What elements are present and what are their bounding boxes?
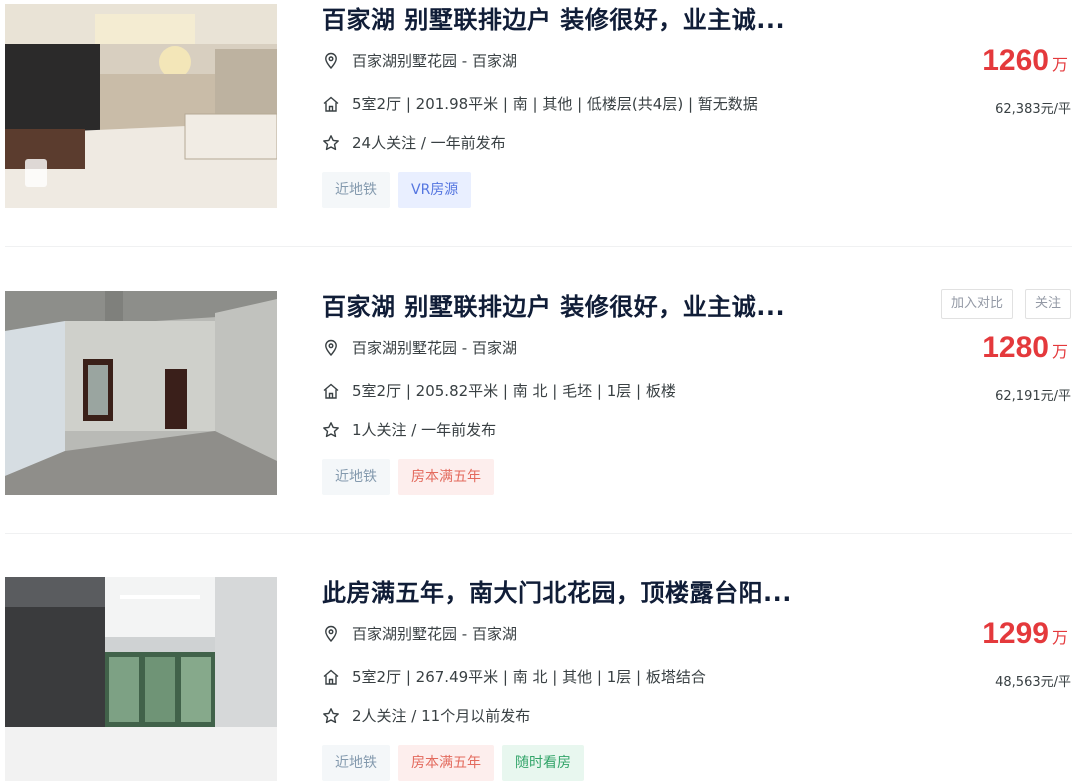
total-price: 1299 万	[982, 617, 1068, 651]
listing-follow-info: 1人关注 / 一年前发布	[352, 421, 497, 439]
listing-actions: 加入对比 关注	[940, 289, 1071, 319]
listing-follow-row: 2人关注 / 11个月以前发布	[322, 705, 530, 726]
listing-tags: 近地铁 房本满五年	[322, 459, 494, 495]
listing-card: 此房满五年，南大门北花园，顶楼露台阳... 百家湖别墅花园 - 百家湖 5室2厅…	[0, 573, 1080, 783]
favorite-button[interactable]: 关注	[1024, 289, 1071, 319]
listing-card: 百家湖 别墅联排边户 装修很好，业主诚... 百家湖别墅花园 - 百家湖 5室2…	[0, 0, 1080, 247]
listing-address[interactable]: 百家湖别墅花园 - 百家湖	[352, 337, 517, 358]
listing-tags: 近地铁 VR房源	[322, 172, 472, 208]
listing-title[interactable]: 此房满五年，南大门北花园，顶楼露台阳...	[322, 573, 792, 608]
listing-follow-info: 24人关注 / 一年前发布	[352, 134, 506, 152]
location-pin-icon	[325, 625, 337, 642]
listing-list: 百家湖 别墅联排边户 装修很好，业主诚... 百家湖别墅花园 - 百家湖 5室2…	[0, 0, 1080, 783]
house-icon	[323, 669, 339, 685]
listing-tags: 近地铁 房本满五年 随时看房	[322, 745, 584, 781]
listing-info: 5室2厅 | 267.49平米 | 南 北 | 其他 | 1层 | 板塔结合	[352, 668, 706, 686]
tag-vr: VR房源	[398, 172, 472, 208]
star-icon	[323, 707, 339, 723]
listing-follow-row: 24人关注 / 一年前发布	[322, 132, 506, 153]
unit-price: 62,383元/平	[995, 102, 1071, 117]
listing-photo[interactable]	[5, 577, 277, 781]
tag-near-subway: 近地铁	[322, 459, 390, 495]
listing-info-row: 5室2厅 | 267.49平米 | 南 北 | 其他 | 1层 | 板塔结合	[322, 666, 706, 687]
listing-follow-row: 1人关注 / 一年前发布	[322, 419, 496, 440]
listing-info: 5室2厅 | 201.98平米 | 南 | 其他 | 低楼层(共4层) | 暂无…	[352, 95, 758, 113]
listing-address[interactable]: 百家湖别墅花园 - 百家湖	[352, 623, 517, 644]
tag-viewing-anytime: 随时看房	[502, 745, 584, 781]
listing-address-row: 百家湖别墅花园 - 百家湖	[322, 50, 517, 71]
tag-five-years: 房本满五年	[398, 745, 494, 781]
listing-card: 百家湖 别墅联排边户 装修很好，业主诚... 加入对比 关注 百家湖别墅花园 -…	[0, 287, 1080, 534]
living-room-photo	[5, 4, 277, 208]
listing-follow-info: 2人关注 / 11个月以前发布	[352, 707, 531, 725]
total-price: 1280 万	[982, 331, 1068, 365]
house-icon	[323, 96, 339, 112]
tag-five-years: 房本满五年	[398, 459, 494, 495]
listing-title[interactable]: 百家湖 别墅联排边户 装修很好，业主诚...	[322, 0, 785, 35]
location-pin-icon	[325, 52, 337, 69]
total-price-unit: 万	[1051, 342, 1068, 361]
listing-divider	[5, 533, 1072, 534]
add-to-compare-button[interactable]: 加入对比	[940, 289, 1013, 319]
total-price: 1260 万	[982, 44, 1068, 78]
star-icon	[323, 134, 339, 150]
listing-info-row: 5室2厅 | 201.98平米 | 南 | 其他 | 低楼层(共4层) | 暂无…	[322, 93, 758, 114]
listing-info-row: 5室2厅 | 205.82平米 | 南 北 | 毛坯 | 1层 | 板楼	[322, 380, 676, 401]
listing-address-row: 百家湖别墅花园 - 百家湖	[322, 623, 517, 644]
unit-price: 48,563元/平	[995, 675, 1071, 690]
listing-address[interactable]: 百家湖别墅花园 - 百家湖	[352, 50, 517, 71]
tag-near-subway: 近地铁	[322, 745, 390, 781]
house-icon	[323, 383, 339, 399]
total-price-value: 1260	[982, 44, 1049, 77]
location-pin-icon	[325, 339, 337, 356]
listing-divider	[5, 246, 1072, 247]
total-price-unit: 万	[1051, 628, 1068, 647]
listing-info: 5室2厅 | 205.82平米 | 南 北 | 毛坯 | 1层 | 板楼	[352, 382, 676, 400]
listing-title[interactable]: 百家湖 别墅联排边户 装修很好，业主诚...	[322, 287, 785, 322]
unit-price: 62,191元/平	[995, 389, 1071, 404]
listing-address-row: 百家湖别墅花园 - 百家湖	[322, 337, 517, 358]
unfinished-room-photo	[5, 291, 277, 495]
total-price-value: 1299	[982, 617, 1049, 650]
listing-photo[interactable]	[5, 4, 277, 208]
total-price-value: 1280	[982, 331, 1049, 364]
total-price-unit: 万	[1051, 55, 1068, 74]
listing-photo[interactable]	[5, 291, 277, 495]
star-icon	[323, 421, 339, 437]
bright-room-photo	[5, 577, 277, 781]
tag-near-subway: 近地铁	[322, 172, 390, 208]
